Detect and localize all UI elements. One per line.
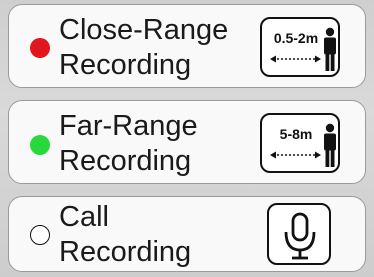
label-line-2: Recording [59, 145, 192, 177]
empty-radio-indicator [30, 225, 50, 245]
microphone-icon [267, 203, 331, 265]
close-range-recording-option[interactable]: Close-Range Recording 0.5-2m [8, 4, 366, 88]
label-line-1: Call [59, 201, 109, 233]
option-label: Call Recording [59, 200, 191, 270]
far-range-recording-option[interactable]: Far-Range Recording 5-8m [8, 100, 366, 184]
call-recording-option[interactable]: Call Recording [8, 196, 366, 272]
distance-person-icon: 5-8m [260, 113, 340, 173]
option-label: Far-Range Recording [59, 109, 198, 179]
green-status-dot [30, 135, 50, 155]
label-line-2: Recording [59, 236, 192, 268]
label-line-2: Recording [59, 49, 192, 81]
label-line-1: Close-Range [59, 14, 229, 46]
option-label: Close-Range Recording [59, 13, 228, 83]
red-status-dot [30, 38, 50, 58]
distance-person-icon: 0.5-2m [260, 17, 340, 77]
label-line-1: Far-Range [59, 110, 198, 142]
